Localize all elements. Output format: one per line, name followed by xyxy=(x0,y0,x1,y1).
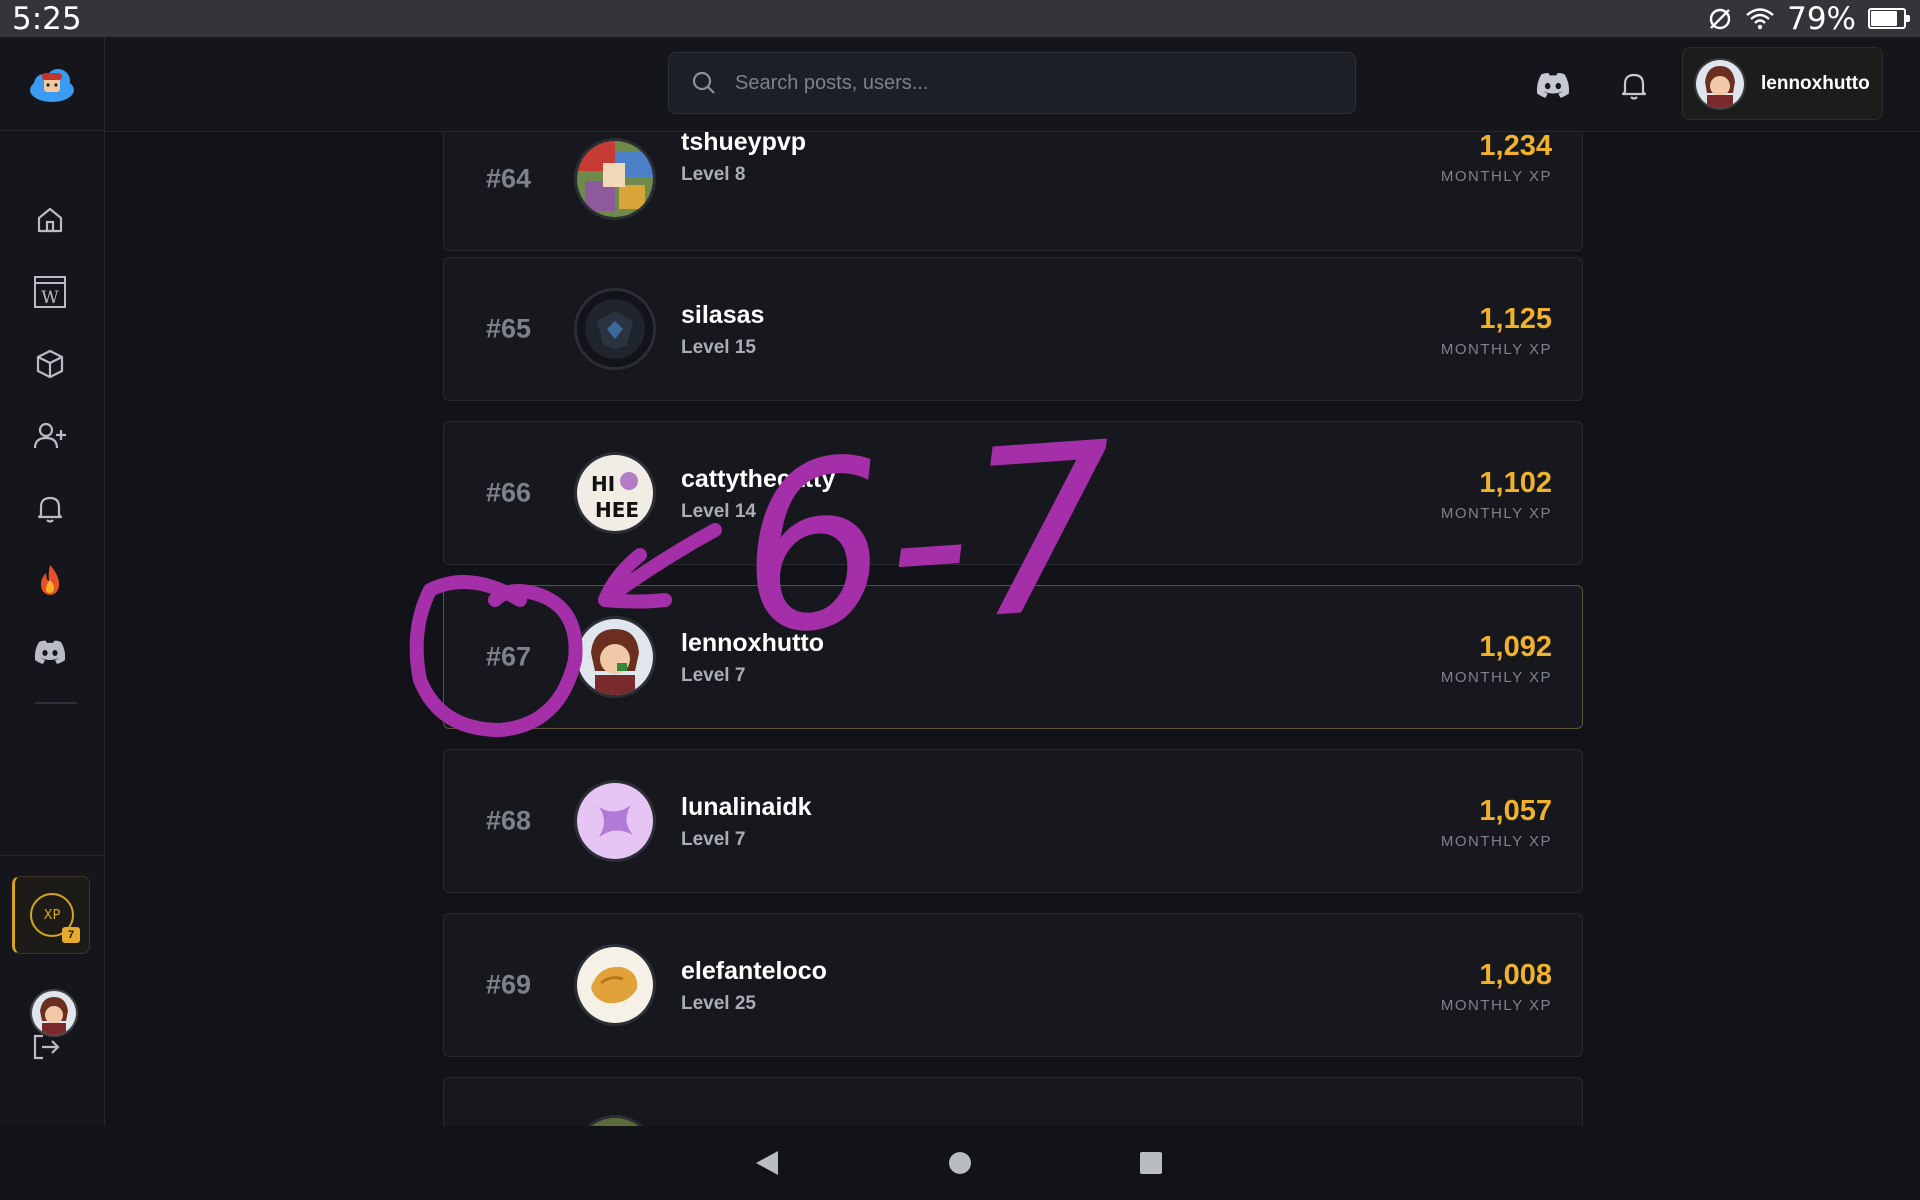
android-navigation-bar xyxy=(0,1126,1920,1200)
username[interactable]: silasas xyxy=(681,301,764,330)
user-profile-chip[interactable]: lennoxhutto xyxy=(1682,47,1883,120)
discord-button[interactable] xyxy=(1535,67,1571,103)
home-circle-icon xyxy=(949,1152,971,1174)
user-level: Level 14 xyxy=(681,501,756,522)
user-avatar xyxy=(574,138,656,220)
back-triangle-icon xyxy=(756,1151,778,1175)
username[interactable]: elefanteloco xyxy=(681,957,827,986)
logout-icon xyxy=(33,1034,60,1060)
monthly-xp-value: 1,234 xyxy=(1479,131,1552,162)
user-avatar xyxy=(574,616,656,698)
discord-icon xyxy=(34,640,66,664)
monthly-xp-value: 1,092 xyxy=(1479,631,1552,663)
rank-number: #66 xyxy=(486,477,532,508)
leaderboard-row-current-user[interactable]: #67 lennoxhutto Level 7 1,092 MONTHLY XP xyxy=(443,585,1583,729)
user-avatar xyxy=(574,1115,656,1126)
logout-button[interactable] xyxy=(28,1029,64,1065)
monthly-xp-label: MONTHLY XP xyxy=(1440,833,1552,850)
user-avatar xyxy=(574,288,656,370)
xp-level-widget[interactable]: XP 7 xyxy=(12,876,90,954)
monthly-xp-label: MONTHLY XP xyxy=(1440,505,1552,522)
svg-text:W: W xyxy=(41,288,59,308)
sidebar-divider xyxy=(35,702,77,704)
rank-number: #69 xyxy=(486,969,532,1000)
wifi-icon xyxy=(1746,7,1774,29)
user-avatar xyxy=(574,780,656,862)
user-level: Level 15 xyxy=(681,337,756,358)
search-icon xyxy=(692,71,715,94)
nav-items[interactable] xyxy=(32,346,68,382)
leaderboard-list: #64 tshueypvp Level 8 1,234 MONTHLY XP #… xyxy=(0,131,1920,1126)
search-input[interactable] xyxy=(733,70,1317,96)
discord-icon xyxy=(1536,73,1570,98)
username[interactable]: cattythecatty xyxy=(681,465,835,494)
xp-icon: XP 7 xyxy=(30,893,80,943)
status-time: 5:25 xyxy=(12,0,82,37)
monthly-xp-label: MONTHLY XP xyxy=(1440,997,1552,1014)
rank-number: #67 xyxy=(486,641,532,672)
leaderboard-row[interactable]: #69 elefanteloco Level 25 1,008 MONTHLY … xyxy=(443,913,1583,1057)
bell-icon xyxy=(37,496,63,523)
svg-text:HEE: HEE xyxy=(595,498,639,522)
leaderboard-row[interactable]: #66 HI HEE cattythecatty Level 14 1,102 … xyxy=(443,421,1583,565)
leaderboard-row[interactable]: #64 tshueypvp Level 8 1,234 MONTHLY XP xyxy=(443,131,1583,251)
cube-icon xyxy=(36,349,64,379)
nav-wiki[interactable]: W xyxy=(32,274,68,310)
nav-notifications[interactable] xyxy=(32,490,68,526)
monthly-xp-label: MONTHLY XP xyxy=(1440,341,1552,358)
home-button[interactable] xyxy=(937,1140,983,1186)
user-plus-icon xyxy=(33,422,66,449)
logo-area xyxy=(0,37,104,131)
xp-level-badge: 7 xyxy=(62,927,80,943)
username[interactable]: tshueypvp xyxy=(681,131,806,157)
top-header: lennoxhutto xyxy=(105,37,1920,132)
username[interactable]: lennoxhutto xyxy=(681,629,824,658)
fire-icon xyxy=(41,565,59,595)
home-icon xyxy=(37,207,63,233)
user-level: Level 7 xyxy=(681,829,746,850)
rank-number: #65 xyxy=(486,313,532,344)
leaderboard-row[interactable]: #65 silasas Level 15 1,125 MONTHLY XP xyxy=(443,257,1583,401)
status-icons: 79% xyxy=(1707,0,1910,37)
leaderboard-row-partial[interactable] xyxy=(443,1077,1583,1126)
user-avatar xyxy=(574,944,656,1026)
battery-percent: 79% xyxy=(1787,0,1856,37)
monthly-xp-label: MONTHLY XP xyxy=(1440,168,1552,185)
bell-icon xyxy=(1621,73,1647,100)
rank-number: #64 xyxy=(486,163,532,194)
user-level: Level 25 xyxy=(681,993,756,1014)
user-level: Level 7 xyxy=(681,665,746,686)
nav-add-friend[interactable] xyxy=(32,418,68,454)
search-bar[interactable] xyxy=(668,52,1356,114)
sidebar: W XP 7 xyxy=(0,37,105,1126)
battery-icon xyxy=(1868,8,1910,29)
monthly-xp-value: 1,008 xyxy=(1479,959,1552,991)
user-name: lennoxhutto xyxy=(1761,72,1870,94)
avatar xyxy=(1694,57,1746,110)
leaderboard-row[interactable]: #68 lunalinaidk Level 7 1,057 MONTHLY XP xyxy=(443,749,1583,893)
back-button[interactable] xyxy=(744,1140,790,1186)
user-level: Level 8 xyxy=(681,164,746,185)
cloud-mascot-logo[interactable] xyxy=(28,64,76,104)
android-status-bar: 5:25 79% xyxy=(0,0,1920,37)
nav-trending[interactable] xyxy=(32,562,68,598)
svg-text:HI: HI xyxy=(591,472,615,496)
monthly-xp-value: 1,057 xyxy=(1479,795,1552,827)
recent-apps-button[interactable] xyxy=(1128,1140,1174,1186)
monthly-xp-label: MONTHLY XP xyxy=(1440,669,1552,686)
username[interactable]: lunalinaidk xyxy=(681,793,812,822)
monthly-xp-value: 1,125 xyxy=(1479,303,1552,335)
monthly-xp-value: 1,102 xyxy=(1479,467,1552,499)
user-avatar: HI HEE xyxy=(574,452,656,534)
recent-square-icon xyxy=(1140,1152,1162,1174)
notifications-button[interactable] xyxy=(1616,67,1652,103)
wiki-icon: W xyxy=(34,276,66,308)
nav-home[interactable] xyxy=(32,202,68,238)
sidebar-bottom-divider xyxy=(0,855,104,856)
alarm-off-icon xyxy=(1709,8,1731,29)
nav-discord[interactable] xyxy=(32,634,68,670)
rank-number: #68 xyxy=(486,805,532,836)
